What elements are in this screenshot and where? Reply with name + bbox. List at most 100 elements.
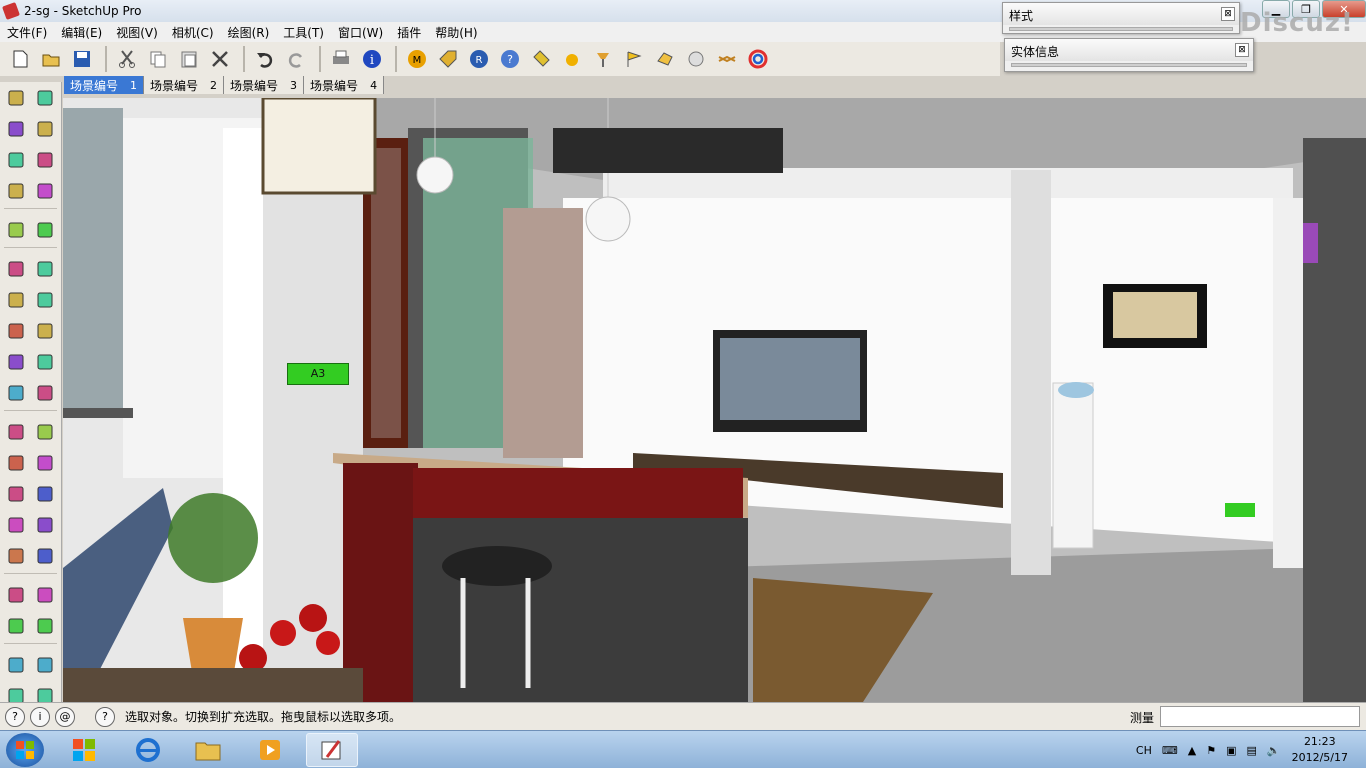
look-around-tool-button[interactable] bbox=[33, 543, 58, 569]
freehand-tool-button[interactable] bbox=[33, 217, 58, 243]
component-tool-button[interactable] bbox=[33, 85, 58, 111]
copy-button[interactable] bbox=[144, 45, 172, 73]
device-icon[interactable]: ▣ bbox=[1226, 744, 1236, 757]
scene-tab-2[interactable]: 场景编号 2 bbox=[144, 76, 225, 94]
taskbar-app-sketchup[interactable] bbox=[306, 733, 358, 767]
ball-button[interactable] bbox=[682, 45, 710, 73]
plugin-m-button[interactable]: M bbox=[403, 45, 431, 73]
menu-plugins[interactable]: 插件 bbox=[390, 24, 428, 41]
offset-icon bbox=[37, 323, 53, 338]
taskbar: CH ⌨ ▲ ⚑ ▣ ▤ 🔈 21:23 2012/5/17 bbox=[0, 730, 1366, 768]
arc-tool-button[interactable] bbox=[33, 178, 58, 204]
network-icon[interactable]: ▤ bbox=[1246, 744, 1256, 757]
styles-panel[interactable]: 样式 ⊠ bbox=[1002, 2, 1240, 34]
right-view-tool-button[interactable] bbox=[33, 652, 58, 678]
lamp-button[interactable] bbox=[589, 45, 617, 73]
scale-tool-button[interactable] bbox=[4, 318, 29, 344]
text-tool-button[interactable] bbox=[33, 380, 58, 406]
credits-icon[interactable]: i bbox=[30, 706, 50, 727]
start-button[interactable] bbox=[6, 733, 44, 767]
menu-window[interactable]: 窗口(W) bbox=[331, 24, 390, 41]
hand-button[interactable] bbox=[651, 45, 679, 73]
dimension-tool-button[interactable] bbox=[33, 349, 58, 375]
swirl-button[interactable] bbox=[744, 45, 772, 73]
measure-input[interactable] bbox=[1160, 706, 1360, 727]
paste-button[interactable] bbox=[175, 45, 203, 73]
print-button[interactable] bbox=[327, 45, 355, 73]
clock[interactable]: 21:23 2012/5/17 bbox=[1292, 734, 1348, 766]
close-icon[interactable]: ⊠ bbox=[1235, 43, 1249, 57]
link-button[interactable] bbox=[713, 45, 741, 73]
zoom-window-tool-button[interactable] bbox=[33, 481, 58, 507]
undo-button[interactable] bbox=[251, 45, 279, 73]
menu-edit[interactable]: 编辑(E) bbox=[54, 24, 109, 41]
walk-tool-button[interactable] bbox=[4, 582, 29, 608]
cut-button[interactable] bbox=[113, 45, 141, 73]
zoom-extents-tool-button[interactable] bbox=[33, 512, 58, 538]
rectangle-tool-button[interactable] bbox=[4, 147, 29, 173]
select-tool-button[interactable] bbox=[4, 85, 29, 111]
new-button[interactable] bbox=[6, 45, 34, 73]
position-camera-tool-button[interactable] bbox=[4, 543, 29, 569]
scene-tab-4[interactable]: 场景编号 4 bbox=[304, 76, 385, 94]
flag-button[interactable] bbox=[620, 45, 648, 73]
show-hidden-icons-icon[interactable]: ▲ bbox=[1188, 744, 1196, 757]
taskbar-app-explorer[interactable] bbox=[182, 733, 234, 767]
tape-measure-tool-button[interactable] bbox=[4, 349, 29, 375]
previous-view-tool-button[interactable] bbox=[4, 512, 29, 538]
push-pull-tool-button[interactable] bbox=[33, 256, 58, 282]
action-center-flag-icon[interactable]: ⚑ bbox=[1206, 744, 1216, 757]
section-plane-tool-button[interactable] bbox=[33, 582, 58, 608]
plugin-r-button[interactable]: R bbox=[465, 45, 493, 73]
menu-tools[interactable]: 工具(T) bbox=[276, 24, 331, 41]
sphere-button[interactable] bbox=[558, 45, 586, 73]
eraser-tool-button[interactable] bbox=[33, 116, 58, 142]
tag-button[interactable] bbox=[527, 45, 555, 73]
erase-button[interactable] bbox=[206, 45, 234, 73]
keyboard-icon[interactable]: ⌨ bbox=[1162, 744, 1178, 757]
offset-tool-button[interactable] bbox=[33, 318, 58, 344]
paint-bucket-tool-button[interactable] bbox=[4, 116, 29, 142]
menu-draw[interactable]: 绘图(R) bbox=[221, 24, 277, 41]
polygon-tool-button[interactable] bbox=[4, 217, 29, 243]
orbit-tool-button[interactable] bbox=[4, 450, 29, 476]
protractor-tool-button[interactable] bbox=[4, 380, 29, 406]
help-button[interactable]: ? bbox=[496, 45, 524, 73]
iso-view-tool-button[interactable] bbox=[4, 613, 29, 639]
open-button[interactable] bbox=[37, 45, 65, 73]
user-icon[interactable]: @ bbox=[55, 706, 75, 727]
entity-info-panel-title[interactable]: 实体信息 ⊠ bbox=[1005, 39, 1253, 61]
close-icon[interactable]: ⊠ bbox=[1221, 7, 1235, 21]
geo-location-icon[interactable]: ? bbox=[5, 706, 25, 727]
scene-tab-3[interactable]: 场景编号 3 bbox=[224, 76, 305, 94]
redo-button[interactable] bbox=[282, 45, 310, 73]
pan-tool-button[interactable] bbox=[33, 450, 58, 476]
entity-info-panel[interactable]: 实体信息 ⊠ bbox=[1004, 38, 1254, 72]
save-button[interactable] bbox=[68, 45, 96, 73]
menu-camera[interactable]: 相机(C) bbox=[165, 24, 221, 41]
axes-tool-button[interactable] bbox=[4, 419, 29, 445]
menu-help[interactable]: 帮助(H) bbox=[428, 24, 484, 41]
taskbar-app-ie[interactable] bbox=[122, 733, 174, 767]
volume-icon[interactable]: 🔈 bbox=[1267, 744, 1281, 757]
move-tool-button[interactable] bbox=[4, 256, 29, 282]
taskbar-app-media[interactable] bbox=[58, 733, 110, 767]
front-view-tool-button[interactable] bbox=[4, 652, 29, 678]
input-language[interactable]: CH bbox=[1136, 744, 1152, 757]
top-view-tool-button[interactable] bbox=[33, 613, 58, 639]
follow-me-tool-button[interactable] bbox=[33, 287, 58, 313]
line-tool-button[interactable] bbox=[33, 147, 58, 173]
circle-tool-button[interactable] bbox=[4, 178, 29, 204]
rotate-tool-button[interactable] bbox=[4, 287, 29, 313]
scene-tab-1[interactable]: 场景编号 1 bbox=[64, 76, 145, 94]
3d-text-tool-button[interactable] bbox=[33, 419, 58, 445]
plugin-tag-button[interactable] bbox=[434, 45, 462, 73]
styles-panel-title[interactable]: 样式 ⊠ bbox=[1003, 3, 1239, 25]
help-icon[interactable]: ? bbox=[95, 706, 115, 727]
info-button[interactable]: i bbox=[358, 45, 386, 73]
model-viewport[interactable]: A3 bbox=[63, 98, 1366, 702]
taskbar-app-player[interactable] bbox=[244, 733, 296, 767]
menu-view[interactable]: 视图(V) bbox=[109, 24, 165, 41]
zoom-tool-button[interactable] bbox=[4, 481, 29, 507]
menu-file[interactable]: 文件(F) bbox=[0, 24, 54, 41]
